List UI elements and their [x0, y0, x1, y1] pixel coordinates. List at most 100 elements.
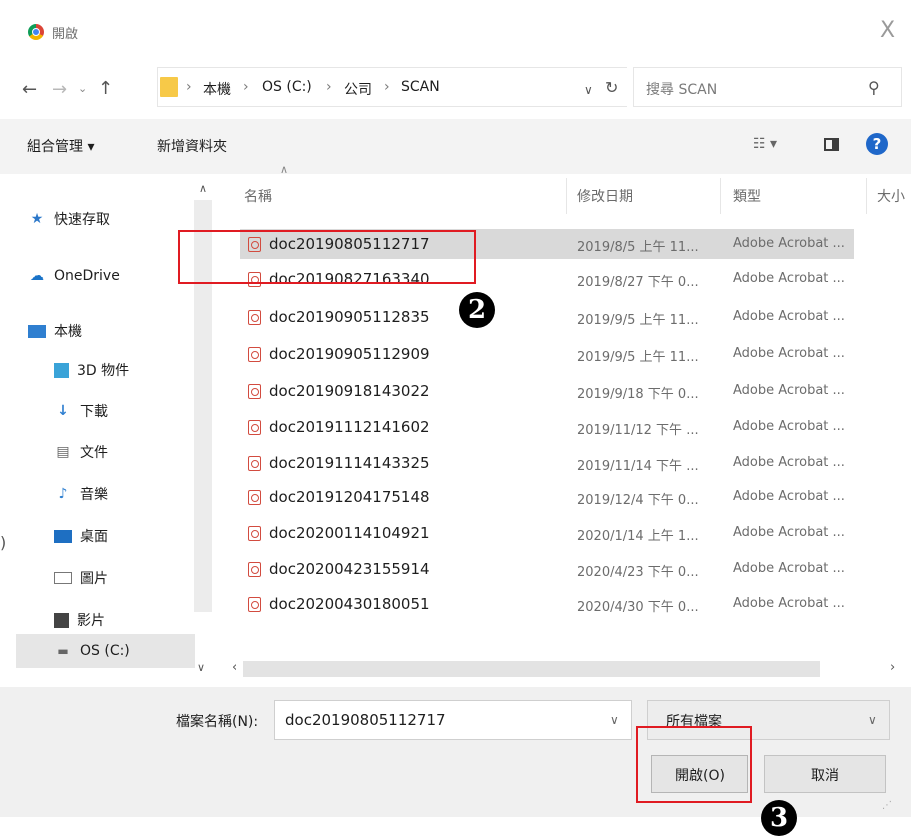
- nav-item-label: 桌面: [80, 529, 108, 545]
- annotation-box-open: [636, 726, 752, 803]
- filename-label: 檔案名稱(N):: [176, 714, 259, 730]
- window-title: 開啟: [52, 27, 79, 42]
- pdf-file-icon: [248, 490, 261, 505]
- search-placeholder: 搜尋 SCAN: [646, 82, 718, 98]
- file-row[interactable]: doc20190905112909 2019/9/5 上午 11... Adob…: [240, 339, 854, 369]
- nav-item-videos[interactable]: 影片: [54, 605, 105, 635]
- forward-icon[interactable]: →: [52, 79, 67, 100]
- file-row[interactable]: doc20191114143325 2019/11/14 下午 ... Adob…: [240, 448, 854, 478]
- file-type: Adobe Acrobat ...: [733, 489, 845, 504]
- file-type: Adobe Acrobat ...: [733, 561, 845, 576]
- file-row[interactable]: doc20200423155914 2020/4/23 下午 0... Adob…: [240, 554, 854, 584]
- file-row[interactable]: doc20191112141602 2019/11/12 下午 ... Adob…: [240, 412, 854, 442]
- annotation-marker-2: 2: [459, 292, 495, 328]
- address-dropdown-icon[interactable]: ∨: [584, 83, 593, 97]
- breadcrumb-separator: ›: [326, 79, 332, 95]
- nav-item-label: 本機: [54, 324, 82, 340]
- help-icon[interactable]: ?: [866, 133, 888, 155]
- search-icon[interactable]: ⚲: [868, 78, 880, 97]
- breadcrumb-separator: ›: [243, 79, 249, 95]
- close-icon[interactable]: X: [880, 18, 895, 43]
- nav-item-label: 影片: [77, 613, 105, 629]
- file-date: 2020/4/30 下午 0...: [577, 600, 699, 615]
- file-date: 2019/11/12 下午 ...: [577, 423, 699, 438]
- video-icon: [54, 612, 69, 628]
- preview-pane-icon[interactable]: [824, 138, 839, 151]
- resize-grip-icon[interactable]: ⋰: [882, 800, 892, 811]
- nav-item-quick-access[interactable]: ★ 快速存取: [28, 204, 110, 234]
- file-date: 2020/1/14 上午 1...: [577, 529, 699, 544]
- nav-item-music[interactable]: ♪ 音樂: [54, 479, 108, 509]
- file-type: Adobe Acrobat ...: [733, 346, 845, 361]
- nav-item-this-pc[interactable]: 本機: [28, 316, 82, 346]
- file-type: Adobe Acrobat ...: [733, 236, 845, 251]
- music-icon: ♪: [58, 486, 68, 502]
- pdf-file-icon: [248, 456, 261, 471]
- nav-item-3d-objects[interactable]: 3D 物件: [54, 355, 129, 385]
- new-folder-button[interactable]: 新增資料夾: [157, 136, 227, 156]
- breadcrumb-item[interactable]: 本機: [203, 79, 231, 99]
- nav-item-os-c[interactable]: ▬ OS (C:): [54, 636, 129, 666]
- computer-icon: [28, 324, 46, 338]
- column-divider[interactable]: [720, 178, 721, 214]
- nav-item-label: 文件: [80, 445, 108, 461]
- nav-item-downloads[interactable]: ↓ 下載: [54, 396, 108, 426]
- column-header-date[interactable]: 修改日期: [577, 186, 633, 206]
- nav-scroll-down-icon[interactable]: ∨: [197, 661, 205, 674]
- column-divider[interactable]: [566, 178, 567, 214]
- file-type: Adobe Acrobat ...: [733, 525, 845, 540]
- title-bar: [0, 0, 911, 60]
- file-name: doc20200423155914: [269, 560, 430, 578]
- sort-ascending-icon: ∧: [280, 163, 289, 176]
- nav-item-desktop[interactable]: 桌面: [54, 521, 108, 551]
- pdf-file-icon: [248, 562, 261, 577]
- nav-item-label: OneDrive: [54, 268, 120, 284]
- nav-scroll-up-icon[interactable]: ∧: [199, 182, 207, 195]
- column-divider[interactable]: [866, 178, 867, 214]
- column-header-size[interactable]: 大小: [877, 186, 905, 206]
- breadcrumb-item[interactable]: SCAN: [401, 79, 440, 95]
- cube-icon: [54, 362, 69, 378]
- file-row[interactable]: doc20191204175148 2019/12/4 下午 0... Adob…: [240, 482, 854, 512]
- nav-item-onedrive[interactable]: ☁ OneDrive: [28, 261, 120, 291]
- scroll-right-icon[interactable]: ›: [890, 660, 895, 675]
- nav-item-pictures[interactable]: 圖片: [54, 563, 108, 593]
- file-row[interactable]: doc20200430180051 2020/4/30 下午 0... Adob…: [240, 589, 854, 619]
- nav-item-label: 快速存取: [54, 212, 110, 228]
- filename-dropdown-icon[interactable]: ∨: [610, 713, 619, 727]
- pdf-file-icon: [248, 384, 261, 399]
- file-name: doc20191114143325: [269, 454, 430, 472]
- view-options-icon[interactable]: ☷ ▾: [753, 136, 777, 152]
- breadcrumb-separator: ›: [384, 79, 390, 95]
- scroll-thumb[interactable]: [243, 661, 820, 677]
- pdf-file-icon: [248, 526, 261, 541]
- star-icon: ★: [30, 211, 44, 227]
- scroll-left-icon[interactable]: ‹: [232, 660, 237, 675]
- file-date: 2019/12/4 下午 0...: [577, 493, 699, 508]
- breadcrumb-item[interactable]: 公司: [344, 79, 372, 99]
- file-name: doc20191112141602: [269, 418, 430, 436]
- refresh-icon[interactable]: ↻: [605, 78, 618, 97]
- cloud-icon: ☁: [30, 268, 44, 284]
- breadcrumb-item[interactable]: OS (C:): [262, 79, 312, 95]
- file-name: doc20200430180051: [269, 595, 430, 613]
- file-row[interactable]: doc20190918143022 2019/9/18 下午 0... Adob…: [240, 376, 854, 406]
- column-header-type[interactable]: 類型: [733, 186, 761, 206]
- back-icon[interactable]: ←: [22, 79, 37, 100]
- organize-button[interactable]: 組合管理 ▾: [27, 136, 94, 156]
- file-name: doc20200114104921: [269, 524, 430, 542]
- file-name: doc20190918143022: [269, 382, 430, 400]
- recent-locations-chevron-icon[interactable]: ⌄: [78, 82, 87, 95]
- up-folder-icon[interactable]: ↑: [98, 78, 113, 99]
- cancel-button-label: 取消: [811, 768, 839, 784]
- nav-item-documents[interactable]: ▤ 文件: [54, 437, 108, 467]
- file-type: Adobe Acrobat ...: [733, 309, 845, 324]
- file-date: 2019/9/18 下午 0...: [577, 387, 699, 402]
- file-row[interactable]: doc20200114104921 2020/1/14 上午 1... Adob…: [240, 518, 854, 548]
- file-row[interactable]: doc20190905112835 2019/9/5 上午 11... Adob…: [240, 302, 854, 332]
- pdf-file-icon: [248, 310, 261, 325]
- document-icon: ▤: [56, 444, 70, 460]
- column-header-name[interactable]: 名稱: [244, 186, 272, 206]
- file-date: 2019/9/5 上午 11...: [577, 350, 699, 365]
- file-type-dropdown-icon[interactable]: ∨: [868, 713, 877, 727]
